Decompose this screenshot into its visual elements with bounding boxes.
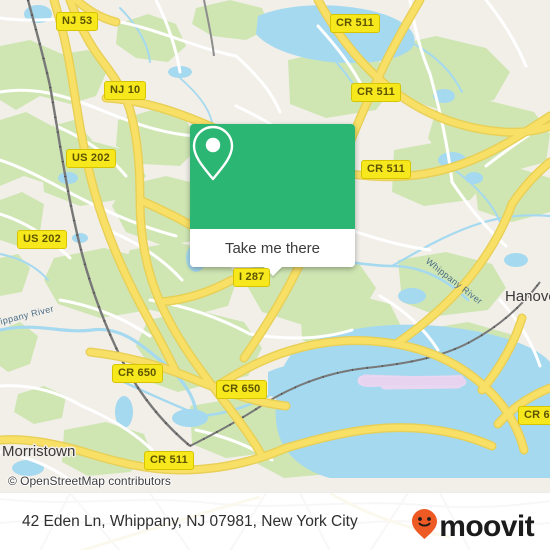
- moovit-wordmark: moovit: [439, 509, 534, 543]
- place-label-morristown: Morristown: [2, 443, 76, 460]
- moovit-logo[interactable]: moovit: [411, 508, 535, 545]
- road-shield[interactable]: US 202: [17, 230, 67, 249]
- road-shield[interactable]: CR 511: [351, 83, 401, 102]
- take-me-there-button[interactable]: Take me there: [225, 240, 320, 257]
- map-screenshot: NJ 53 CR 511 NJ 10 CR 511 US 202 CR 511 …: [0, 0, 550, 550]
- place-label-hanover: Hanove: [505, 288, 550, 305]
- road-shield[interactable]: CR 650: [216, 380, 267, 399]
- road-shield[interactable]: I 287: [233, 268, 271, 287]
- road-shield[interactable]: CR 511: [330, 14, 380, 33]
- address-text: 42 Eden Ln, Whippany, NJ 07981, New York…: [22, 513, 358, 530]
- road-shield[interactable]: CR 650: [112, 364, 163, 383]
- popup-card-header: [190, 124, 355, 229]
- road-shield[interactable]: NJ 53: [56, 12, 99, 31]
- footer-bar: 42 Eden Ln, Whippany, NJ 07981, New York…: [0, 492, 550, 550]
- location-popup-card[interactable]: Take me there: [190, 124, 355, 276]
- map-canvas[interactable]: NJ 53 CR 511 NJ 10 CR 511 US 202 CR 511 …: [0, 0, 550, 492]
- road-shield[interactable]: NJ 10: [104, 81, 147, 100]
- road-shield[interactable]: CR 511: [144, 451, 194, 470]
- road-shield[interactable]: CR 511: [361, 160, 411, 179]
- road-shield[interactable]: CR 63: [518, 406, 550, 425]
- road-shield[interactable]: US 202: [66, 149, 116, 168]
- moovit-smiley-pin-icon: [411, 508, 438, 545]
- popup-card-footer[interactable]: Take me there: [190, 229, 355, 276]
- map-attribution[interactable]: © OpenStreetMap contributors: [8, 474, 171, 488]
